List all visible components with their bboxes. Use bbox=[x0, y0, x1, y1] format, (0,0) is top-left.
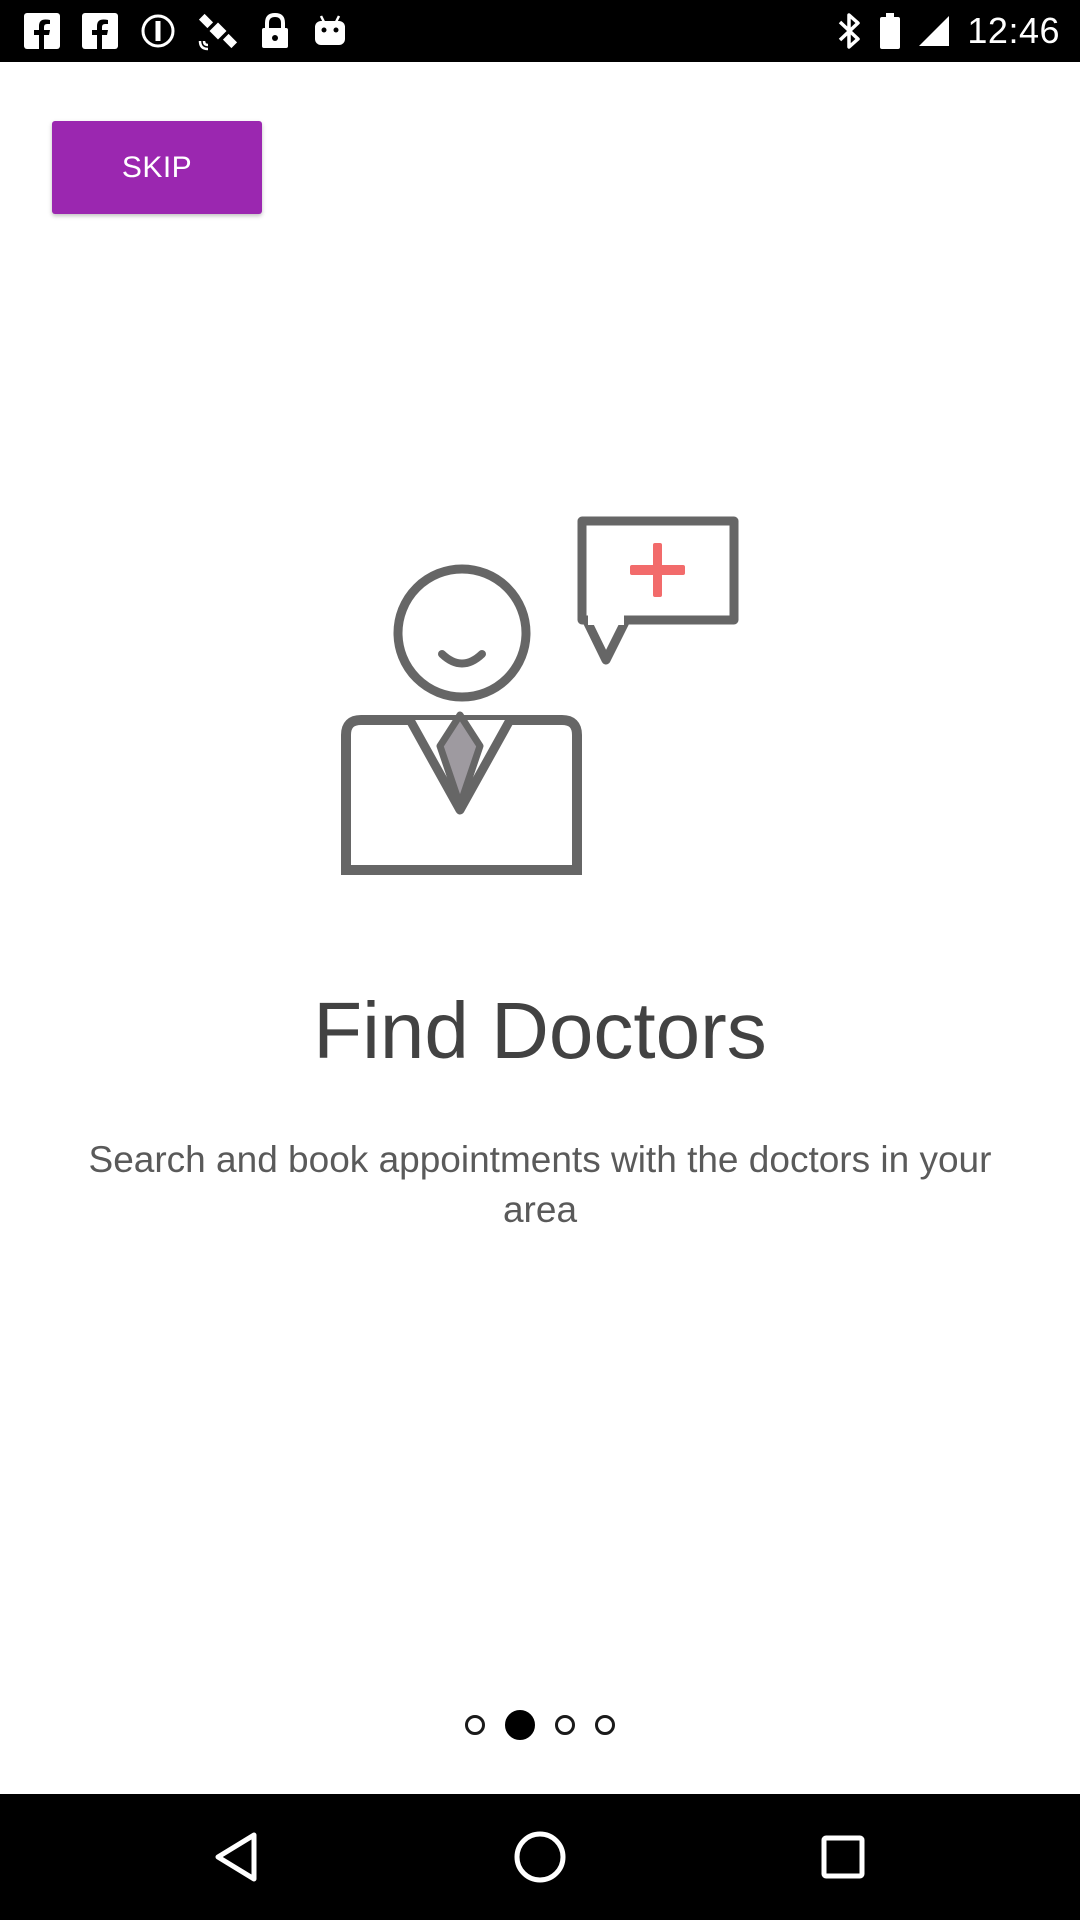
onboarding-title: Find Doctors bbox=[313, 986, 767, 1075]
home-button[interactable] bbox=[460, 1794, 620, 1920]
status-bar: 12:46 bbox=[0, 0, 1080, 62]
person-icon bbox=[341, 564, 582, 875]
onboarding-description: Search and book appointments with the do… bbox=[88, 1139, 992, 1230]
system-status: 12:46 bbox=[837, 0, 1060, 62]
facebook-icon bbox=[82, 13, 118, 49]
facebook-icon bbox=[24, 13, 60, 49]
page-indicator bbox=[0, 1710, 1080, 1740]
recents-button[interactable] bbox=[763, 1794, 923, 1920]
back-button[interactable] bbox=[156, 1794, 316, 1920]
signal-icon bbox=[919, 16, 950, 46]
page-dot-4[interactable] bbox=[595, 1715, 615, 1735]
navigation-bar bbox=[0, 1794, 1080, 1920]
satellite-icon bbox=[198, 13, 238, 51]
recents-icon bbox=[821, 1835, 865, 1879]
skip-button[interactable]: SKIP bbox=[52, 121, 262, 214]
status-time: 12:46 bbox=[967, 10, 1060, 51]
page-dot-3[interactable] bbox=[555, 1715, 575, 1735]
doctor-chat-illustration bbox=[341, 516, 739, 875]
page-dot-1[interactable] bbox=[465, 1715, 485, 1735]
bluetooth-icon bbox=[839, 13, 861, 49]
home-icon bbox=[514, 1831, 566, 1883]
android-icon bbox=[315, 15, 345, 45]
page-dot-2-active[interactable] bbox=[505, 1710, 535, 1740]
notification-icons bbox=[24, 0, 348, 62]
disabled-icon bbox=[141, 14, 175, 48]
battery-icon bbox=[880, 13, 901, 49]
speech-bubble-plus-icon bbox=[577, 516, 739, 665]
lock-icon bbox=[262, 12, 288, 48]
back-icon bbox=[215, 1832, 257, 1882]
